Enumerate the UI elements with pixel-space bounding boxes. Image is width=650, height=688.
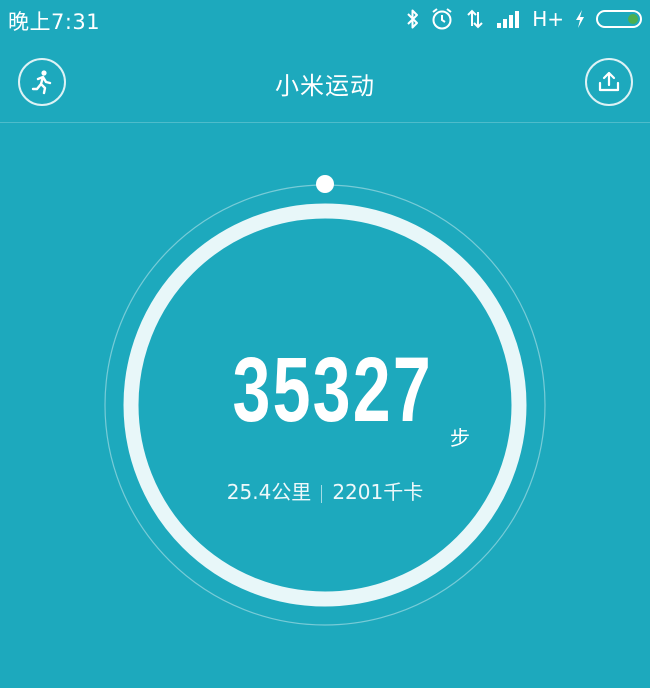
status-icons: H+ xyxy=(396,5,642,33)
data-arrows-icon xyxy=(467,9,483,29)
share-upload-icon xyxy=(598,71,620,92)
status-time: 晚上7:31 xyxy=(8,10,101,34)
battery-level xyxy=(628,14,638,24)
activity-summary: 25.4公里 2201千卡 xyxy=(200,476,450,505)
share-button[interactable] xyxy=(585,58,633,106)
goal-marker-dot xyxy=(316,175,334,193)
signal-icon xyxy=(497,11,520,28)
page-title: 小米运动 xyxy=(275,72,375,100)
status-bar: 晚上7:31 H+ xyxy=(0,0,650,38)
alarm-icon xyxy=(432,8,452,30)
stats-divider xyxy=(321,484,323,503)
distance-value: 25.4公里 xyxy=(226,480,312,504)
step-unit-label: 步 xyxy=(450,426,470,450)
step-count: 35327 xyxy=(232,339,433,441)
app-bar: 小米运动 xyxy=(0,52,650,114)
charging-icon xyxy=(576,10,584,28)
bluetooth-icon xyxy=(407,9,419,29)
battery-icon xyxy=(596,10,642,28)
network-type: H+ xyxy=(532,7,564,31)
calories-value: 2201千卡 xyxy=(332,480,424,504)
